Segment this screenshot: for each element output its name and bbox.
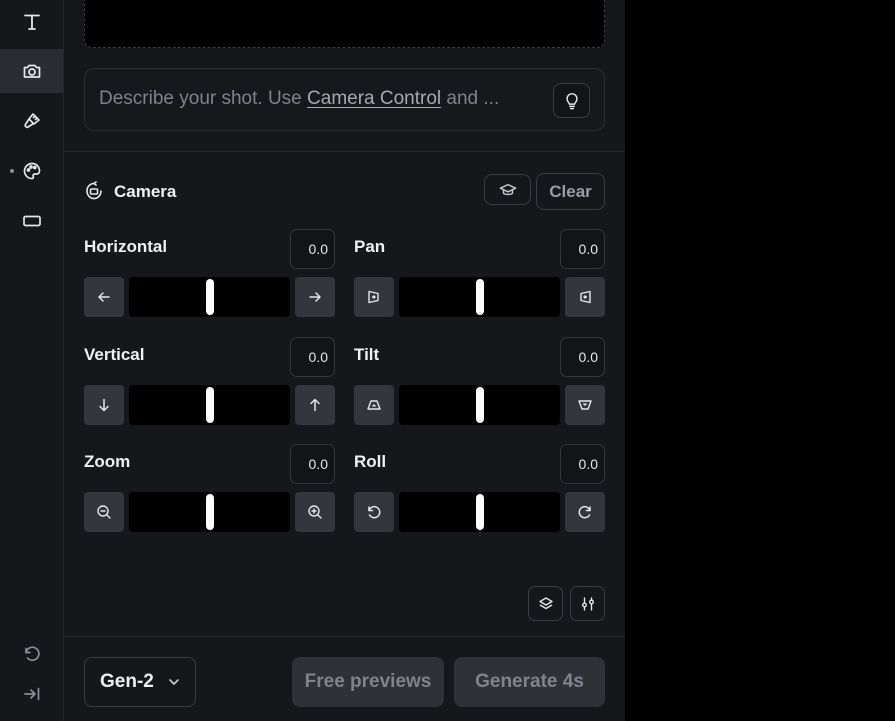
layers-icon	[538, 596, 554, 612]
horizontal-slider[interactable]	[129, 277, 290, 317]
control-label: Horizontal	[84, 237, 168, 256]
zoom-increase-button[interactable]	[295, 492, 335, 532]
generate-button[interactable]: Generate 4s	[454, 657, 605, 707]
rail-item-style[interactable]	[0, 149, 63, 193]
slider-thumb[interactable]	[205, 494, 214, 530]
pan-right-icon	[577, 289, 593, 305]
roll-value-input[interactable]: 0.0	[560, 444, 605, 484]
vertical-slider[interactable]	[129, 385, 290, 425]
vertical-decrease-button[interactable]	[84, 385, 124, 425]
vertical-value-input[interactable]: 0.0	[290, 337, 335, 377]
slider-thumb[interactable]	[475, 494, 484, 530]
prompt-placeholder-suffix: and ...	[441, 88, 500, 109]
pan-decrease-button[interactable]	[354, 277, 394, 317]
rotate-ccw-icon	[366, 504, 382, 520]
control-label: Roll	[354, 452, 387, 471]
undo-icon	[22, 644, 42, 664]
tilt-slider[interactable]	[399, 385, 560, 425]
section-divider	[64, 151, 625, 152]
prompt-input[interactable]: Describe your shot. Use Camera Control a…	[84, 68, 605, 131]
lightbulb-icon	[563, 92, 581, 110]
arrow-up-icon	[307, 397, 323, 413]
prompt-placeholder-prefix: Describe your shot. Use	[99, 88, 308, 109]
text-icon	[22, 12, 42, 32]
collapse-panel-button[interactable]	[0, 672, 63, 716]
pan-control: Pan 0.0	[354, 229, 605, 337]
aspect-ratio-icon	[22, 211, 42, 231]
camera-orbit-icon	[84, 181, 104, 201]
rail-item-brush[interactable]	[0, 99, 63, 143]
settings-sliders-button[interactable]	[570, 586, 605, 621]
tilt-increase-button[interactable]	[565, 385, 605, 425]
roll-control: Roll 0.0	[354, 444, 605, 552]
zoom-value-input[interactable]: 0.0	[290, 444, 335, 484]
clear-button[interactable]: Clear	[536, 173, 605, 210]
control-label: Zoom	[84, 452, 131, 471]
graduation-cap-icon	[499, 181, 517, 199]
collapse-icon	[22, 684, 42, 704]
rail-item-camera[interactable]	[0, 49, 63, 93]
horizontal-decrease-button[interactable]	[84, 277, 124, 317]
tilt-up-icon	[366, 397, 382, 413]
horizontal-increase-button[interactable]	[295, 277, 335, 317]
slider-thumb[interactable]	[205, 279, 214, 315]
control-label: Tilt	[354, 345, 380, 364]
prompt-ideas-button[interactable]	[553, 83, 590, 118]
pan-increase-button[interactable]	[565, 277, 605, 317]
arrow-down-icon	[96, 397, 112, 413]
control-label: Vertical	[84, 345, 145, 364]
slider-thumb[interactable]	[205, 387, 214, 423]
camera-icon	[22, 61, 42, 81]
roll-decrease-button[interactable]	[354, 492, 394, 532]
horizontal-control: Horizontal 0.0	[84, 229, 335, 337]
zoom-out-icon	[96, 504, 112, 520]
model-select[interactable]: Gen-2	[84, 657, 196, 707]
camera-section-title: Camera	[114, 182, 177, 201]
undo-button[interactable]	[0, 632, 63, 676]
zoom-control: Zoom 0.0	[84, 444, 335, 552]
slider-thumb[interactable]	[475, 279, 484, 315]
image-drop-area[interactable]	[84, 0, 605, 48]
rail-item-text[interactable]	[0, 0, 63, 44]
camera-panel: Describe your shot. Use Camera Control a…	[64, 0, 625, 721]
tilt-decrease-button[interactable]	[354, 385, 394, 425]
rotate-cw-icon	[577, 504, 593, 520]
vertical-increase-button[interactable]	[295, 385, 335, 425]
zoom-in-icon	[307, 504, 323, 520]
tilt-down-icon	[577, 397, 593, 413]
footer-divider	[64, 636, 625, 637]
tilt-control: Tilt 0.0	[354, 337, 605, 445]
free-previews-button[interactable]: Free previews	[292, 657, 444, 707]
pan-value-input[interactable]: 0.0	[560, 229, 605, 269]
chevron-down-icon	[167, 675, 181, 689]
tool-rail	[0, 0, 64, 721]
model-select-value: Gen-2	[100, 671, 154, 692]
slider-thumb[interactable]	[475, 387, 484, 423]
layers-button[interactable]	[528, 586, 563, 621]
tilt-value-input[interactable]: 0.0	[560, 337, 605, 377]
pan-slider[interactable]	[399, 277, 560, 317]
zoom-slider[interactable]	[129, 492, 290, 532]
arrow-left-icon	[96, 289, 112, 305]
arrow-right-icon	[307, 289, 323, 305]
brush-icon	[22, 111, 42, 131]
sliders-icon	[580, 596, 596, 612]
rail-item-aspect-ratio[interactable]	[0, 199, 63, 243]
roll-slider[interactable]	[399, 492, 560, 532]
prompt-placeholder: Describe your shot. Use Camera Control a…	[99, 88, 499, 110]
roll-increase-button[interactable]	[565, 492, 605, 532]
control-label: Pan	[354, 237, 386, 256]
zoom-decrease-button[interactable]	[84, 492, 124, 532]
camera-control-link[interactable]: Camera Control	[307, 88, 441, 109]
vertical-control: Vertical 0.0	[84, 337, 335, 445]
palette-icon	[22, 161, 42, 181]
pan-left-icon	[366, 289, 382, 305]
camera-tutorial-button[interactable]	[484, 174, 531, 205]
horizontal-value-input[interactable]: 0.0	[290, 229, 335, 269]
